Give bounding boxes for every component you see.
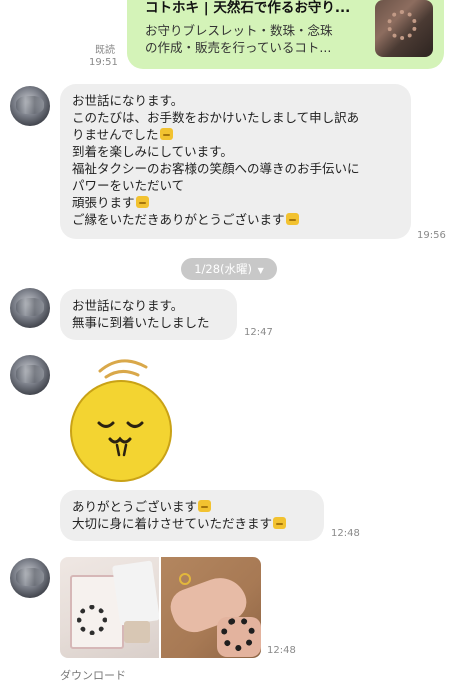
message-line: 大切に身に着けさせていただきます — [72, 516, 273, 531]
avatar[interactable] — [10, 86, 50, 126]
message-line: ご縁をいただきありがとうございます — [72, 212, 285, 227]
sleepy-face-sticker[interactable] — [66, 353, 176, 483]
link-preview-thumbnail — [375, 0, 433, 57]
link-preview-desc-line2: の作成・販売を行っているコト... — [145, 40, 332, 55]
link-preview-card[interactable]: コトホキ | 天然石で作るお守り... お守りブレスレット・数珠・念珠 の作成・… — [127, 0, 444, 69]
message-line: お世話になります。 — [72, 298, 184, 313]
message-line: 到着を楽しみにしています。 — [72, 144, 233, 159]
download-link[interactable]: ダウンロード — [60, 667, 126, 683]
emoji-icon — [273, 517, 287, 529]
emoji-icon — [159, 128, 173, 140]
message-time: 12:48 — [267, 645, 296, 656]
message-line: 無事に到着いたしました — [72, 315, 210, 330]
message-line: りませんでした — [72, 127, 159, 142]
avatar[interactable] — [10, 558, 50, 598]
message-time: 19:56 — [417, 230, 446, 241]
message-line: 頑張ります — [72, 195, 135, 210]
message-time: 12:47 — [244, 327, 273, 338]
message-bubble: お世話になります。 このたびは、お手数をおかけいたしまして申し訳あ りませんでし… — [60, 84, 411, 239]
read-label: 既読 — [95, 45, 115, 56]
message-line: ありがとうございます — [72, 499, 198, 514]
chevron-down-icon: ▼ — [257, 266, 264, 275]
top-card-time: 19:51 — [89, 57, 118, 68]
emoji-icon — [198, 500, 212, 512]
avatar[interactable] — [10, 355, 50, 395]
message-line: このたびは、お手数をおかけいたしまして申し訳あ — [72, 110, 360, 125]
message-bubble: お世話になります。 無事に到着いたしました — [60, 289, 237, 340]
date-chip[interactable]: 1/28(水曜) ▼ — [181, 258, 277, 280]
avatar[interactable] — [10, 288, 50, 328]
photo-thumbnail[interactable] — [161, 557, 261, 658]
photo-thumbnail[interactable] — [60, 557, 159, 658]
message-line: パワーをいただいて — [72, 178, 185, 193]
sticker-image — [70, 359, 172, 482]
emoji-icon — [285, 213, 299, 225]
message-bubble: ありがとうございます 大切に身に着けさせていただきます — [60, 490, 324, 541]
message-line: 福祉タクシーのお客様の笑顔への導きのお手伝いに — [72, 161, 360, 176]
message-line: お世話になります。 — [72, 93, 184, 108]
message-time: 12:48 — [331, 528, 360, 539]
link-preview-title: コトホキ | 天然石で作るお守り... — [145, 0, 351, 16]
emoji-icon — [135, 196, 149, 208]
date-chip-label: 1/28(水曜) — [194, 262, 252, 276]
